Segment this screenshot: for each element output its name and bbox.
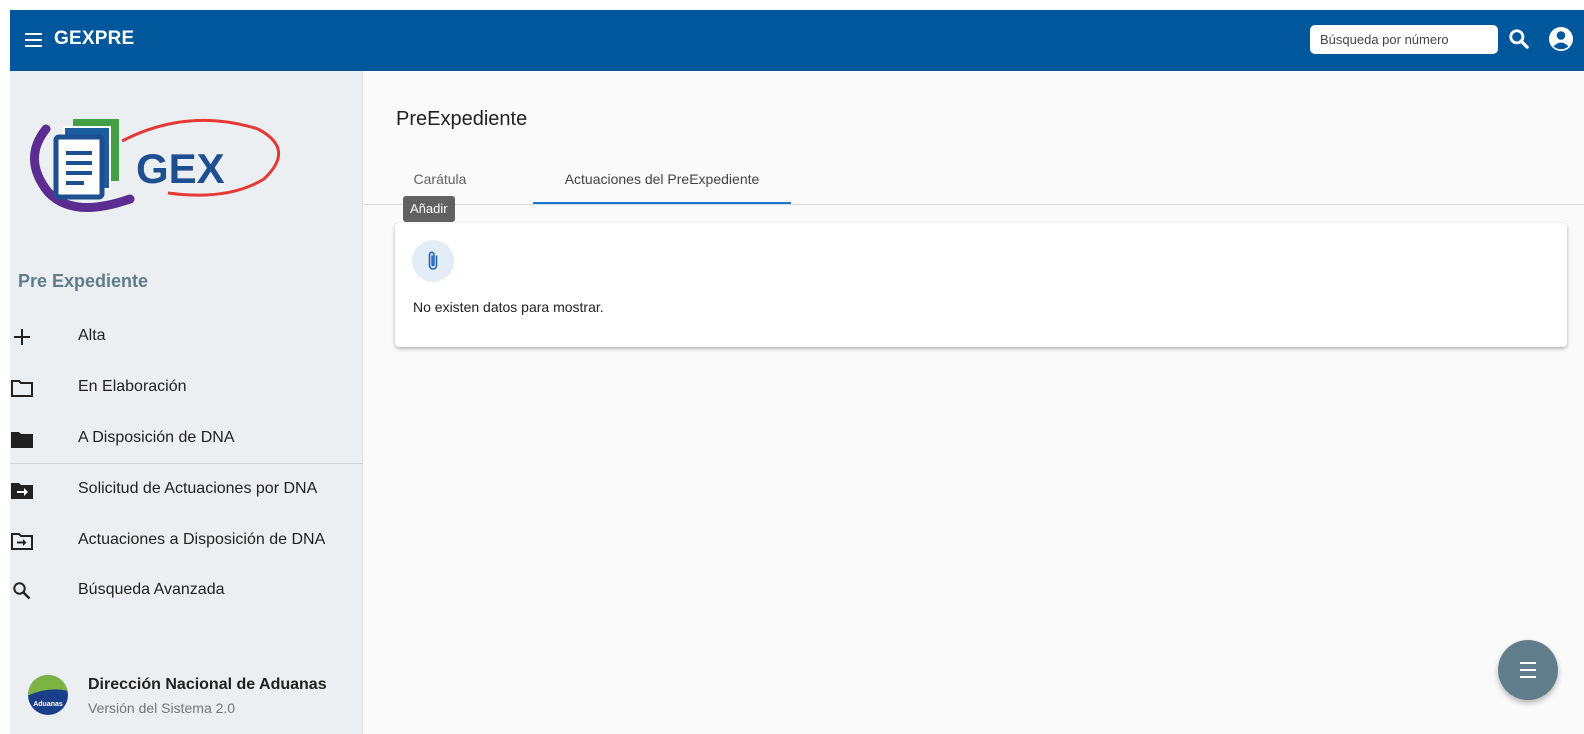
system-version: Versión del Sistema 2.0: [88, 700, 236, 716]
plus-icon: [10, 325, 34, 349]
organization-name: Dirección Nacional de Aduanas: [88, 676, 327, 693]
search-icon: [10, 579, 34, 603]
folder-arrow-icon: [10, 478, 34, 502]
folder-arrow-outline-icon: [10, 529, 34, 553]
attach-add-button[interactable]: [412, 240, 454, 282]
folder-outline-icon: [10, 376, 34, 400]
nav-divider: [10, 463, 363, 464]
search-by-number-input[interactable]: [1310, 25, 1498, 54]
tab-actuaciones[interactable]: Actuaciones del PreExpediente: [533, 157, 791, 204]
sidebar: GEX Pre Expediente Alta En Elaboración A…: [10, 71, 363, 734]
sidebar-item-busqueda-avanzada[interactable]: Búsqueda Avanzada: [10, 567, 363, 615]
account-circle-icon[interactable]: [1546, 24, 1576, 54]
sidebar-item-alta[interactable]: Alta: [10, 313, 363, 361]
sidebar-item-label: Actuaciones a Disposición de DNA: [78, 531, 326, 548]
tab-bar: Carátula Actuaciones del PreExpediente: [363, 157, 1584, 205]
sidebar-item-a-disposicion-dna[interactable]: A Disposición de DNA: [10, 415, 363, 463]
gex-logo: GEX: [18, 97, 288, 215]
page-title: PreExpediente: [396, 108, 528, 130]
main-content: PreExpediente Carátula Actuaciones del P…: [363, 71, 1584, 734]
aduanas-logo: Aduanas: [27, 674, 69, 716]
aduanas-logo-text: Aduanas: [33, 701, 63, 708]
top-app-bar: GEXPRE: [10, 10, 1584, 71]
fab-menu-button[interactable]: [1498, 640, 1558, 700]
sidebar-item-label: Alta: [78, 327, 106, 344]
section-title: Pre Expediente: [18, 271, 149, 291]
logo-text: GEX: [136, 145, 225, 192]
search-icon[interactable]: [1506, 26, 1532, 52]
sidebar-item-label: Búsqueda Avanzada: [78, 581, 225, 598]
folder-icon: [10, 427, 34, 451]
sidebar-item-label: A Disposición de DNA: [78, 429, 235, 446]
actuaciones-card: No existen datos para mostrar.: [395, 223, 1567, 347]
app-title: GEXPRE: [54, 28, 135, 49]
app-window: GEXPRE GEX Pre Expediente: [10, 10, 1584, 734]
empty-state-message: No existen datos para mostrar.: [413, 299, 604, 315]
sidebar-item-solicitud-actuaciones[interactable]: Solicitud de Actuaciones por DNA: [10, 466, 363, 514]
sidebar-item-label: Solicitud de Actuaciones por DNA: [78, 480, 318, 497]
sidebar-item-actuaciones-disposicion[interactable]: Actuaciones a Disposición de DNA: [10, 517, 363, 565]
sidebar-item-en-elaboracion[interactable]: En Elaboración: [10, 364, 363, 412]
paperclip-icon: [428, 251, 438, 270]
sidebar-item-label: En Elaboración: [78, 378, 187, 395]
add-tooltip: Añadir: [403, 196, 455, 222]
hamburger-menu-icon[interactable]: [24, 28, 44, 52]
